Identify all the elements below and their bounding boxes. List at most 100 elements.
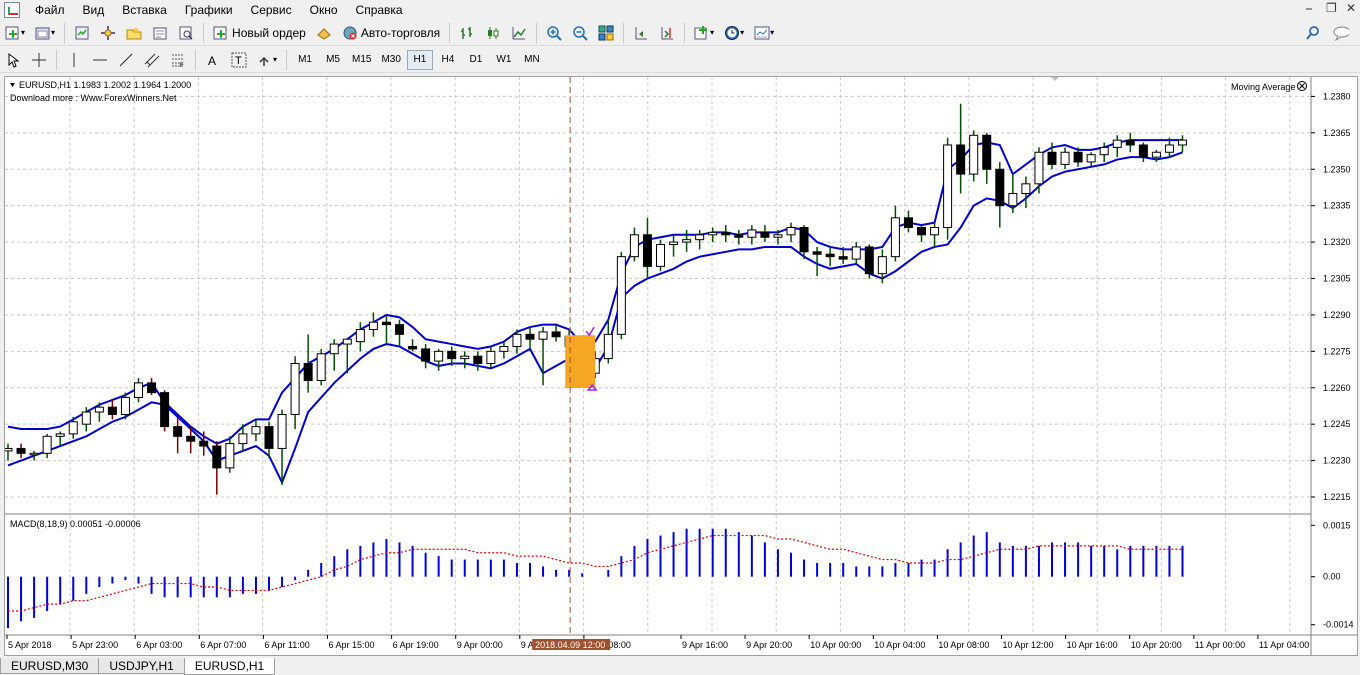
candle-bearish xyxy=(812,251,822,255)
candle-bearish xyxy=(995,168,1005,207)
profiles-icon xyxy=(35,27,50,39)
candle-bullish xyxy=(1060,151,1070,165)
timeframe-m30[interactable]: M30 xyxy=(377,50,404,70)
crosshair-tool[interactable] xyxy=(27,49,51,71)
bar-chart-icon xyxy=(461,26,473,39)
search-button[interactable] xyxy=(1301,22,1325,44)
vertical-line-tool[interactable] xyxy=(62,49,86,71)
bar-chart-button[interactable] xyxy=(455,22,479,44)
candle-bearish xyxy=(473,355,483,364)
menu-help[interactable]: Справка xyxy=(347,3,412,17)
chart-tabs: EURUSD,M30 USDJPY,H1 EURUSD,H1 xyxy=(0,658,1360,675)
menu-charts[interactable]: Графики xyxy=(176,3,242,17)
profiles-button[interactable]: ▾ xyxy=(31,22,59,44)
chart-shift-marker-icon[interactable] xyxy=(1051,77,1059,81)
new-order-button[interactable]: Новый ордер xyxy=(209,22,310,44)
app-icon[interactable] xyxy=(4,1,20,18)
candle-bearish xyxy=(1047,151,1057,165)
chart-menu-icon[interactable] xyxy=(10,83,15,87)
zoom-in-button[interactable] xyxy=(542,22,566,44)
macd-label: MACD(8,18,9) 0.00051 -0.00006 xyxy=(10,519,141,529)
fibonacci-tool[interactable]: F xyxy=(166,49,190,71)
close-icon[interactable]: ✕ xyxy=(1346,1,1356,15)
macd-signal-line xyxy=(8,534,1183,612)
menu-view[interactable]: Вид xyxy=(74,3,114,17)
zoom-out-button[interactable] xyxy=(568,22,592,44)
timeframe-h4[interactable]: H4 xyxy=(435,50,461,70)
time-tick-label: 10 Apr 12:00 xyxy=(1003,640,1054,650)
price-chart[interactable]: 1.2380 1.2365 1.2350 1.2335 1.2320 1.2305 1.22… xyxy=(3,77,1357,655)
chart-shift-icon xyxy=(635,26,648,39)
menu-insert[interactable]: Вставка xyxy=(113,3,176,17)
indicator-name[interactable]: Moving Average xyxy=(1231,82,1295,92)
candle-bullish xyxy=(1112,139,1122,148)
candle-bearish xyxy=(903,217,913,229)
text-icon: A xyxy=(208,54,216,68)
arrows-tool[interactable]: ▾ xyxy=(253,49,281,71)
restore-icon[interactable]: ❐ xyxy=(1326,1,1337,15)
candle-bearish xyxy=(721,231,731,236)
chart-window[interactable]: 1.2380 1.2365 1.2350 1.2335 1.2320 1.2305 1.22… xyxy=(3,76,1358,656)
toolbar-separator xyxy=(203,22,205,43)
price-tick-label: 1.2275 xyxy=(1323,346,1351,356)
candle-bullish xyxy=(538,331,548,340)
candle-bearish xyxy=(381,321,391,326)
tab-usdjpy-h1[interactable]: USDJPY,H1 xyxy=(98,658,185,674)
timeframe-m1[interactable]: M1 xyxy=(292,50,318,70)
metaeditor-button[interactable] xyxy=(312,22,336,44)
indicators-button[interactable]: ▾ xyxy=(690,22,718,44)
cursor-tool[interactable] xyxy=(1,49,25,71)
text-tool[interactable]: A xyxy=(201,49,225,71)
chat-button[interactable] xyxy=(1329,22,1353,44)
equidistant-channel-tool[interactable] xyxy=(140,49,164,71)
navigator-button[interactable] xyxy=(96,22,120,44)
terminal-button[interactable] xyxy=(148,22,172,44)
candle-bearish xyxy=(1125,139,1135,146)
timeframe-m15[interactable]: M15 xyxy=(348,50,375,70)
timeframe-m5[interactable]: M5 xyxy=(320,50,346,70)
timeframe-mn[interactable]: MN xyxy=(519,50,545,70)
tab-eurusd-h1[interactable]: EURUSD,H1 xyxy=(183,658,276,675)
candle-bullish xyxy=(1178,139,1187,146)
timeframe-h1[interactable]: H1 xyxy=(406,49,433,70)
candle-bearish xyxy=(799,227,809,253)
autoscroll-button[interactable] xyxy=(655,22,679,44)
horizontal-line-tool[interactable] xyxy=(88,49,112,71)
candlestick-button[interactable] xyxy=(481,22,505,44)
data-window-button[interactable] xyxy=(122,22,146,44)
timeframe-w1[interactable]: W1 xyxy=(491,50,517,70)
menu-window[interactable]: Окно xyxy=(301,3,347,17)
search-chart-icon xyxy=(179,26,193,40)
periods-button[interactable]: ▾ xyxy=(720,22,748,44)
tile-windows-button[interactable] xyxy=(594,22,618,44)
toolbar-separator xyxy=(449,22,451,43)
time-tick-label: 6 Apr 19:00 xyxy=(393,640,439,650)
auto-trading-button[interactable]: Авто-торговля xyxy=(338,22,444,44)
candle-bullish xyxy=(42,435,52,454)
line-chart-button[interactable] xyxy=(507,22,531,44)
strategy-tester-button[interactable] xyxy=(174,22,198,44)
text-label-tool[interactable]: T xyxy=(227,49,251,71)
candle-bearish xyxy=(16,447,26,454)
chart-shift-button[interactable] xyxy=(629,22,653,44)
time-tick-label: 10 Apr 00:00 xyxy=(810,640,861,650)
templates-button[interactable]: ▾ xyxy=(750,22,778,44)
candle-bearish xyxy=(107,406,117,415)
candle-bearish xyxy=(408,345,418,350)
candle-bullish xyxy=(329,343,339,355)
menu-file[interactable]: Файл xyxy=(26,3,74,17)
toolbar-separator xyxy=(623,22,625,43)
timeframe-d1[interactable]: D1 xyxy=(463,50,489,70)
candlestick-icon xyxy=(488,26,499,39)
time-tick-label: 9 Apr 16:00 xyxy=(682,640,728,650)
minimize-icon[interactable]: ⎯ xyxy=(1306,1,1312,16)
trendline-tool[interactable] xyxy=(114,49,138,71)
menu-tools[interactable]: Сервис xyxy=(242,3,301,17)
time-tick-label: 10 Apr 16:00 xyxy=(1067,640,1118,650)
text-label-icon: T xyxy=(231,52,247,67)
new-chart-button[interactable]: ▾ xyxy=(1,22,29,44)
drawing-toolbar: F A T ▾ M1 M5 M15 M30 H1 H4 D1 W1 MN xyxy=(0,47,1360,73)
market-watch-button[interactable] xyxy=(70,22,94,44)
tab-eurusd-m30[interactable]: EURUSD,M30 xyxy=(0,658,100,674)
clock-icon xyxy=(725,25,740,40)
